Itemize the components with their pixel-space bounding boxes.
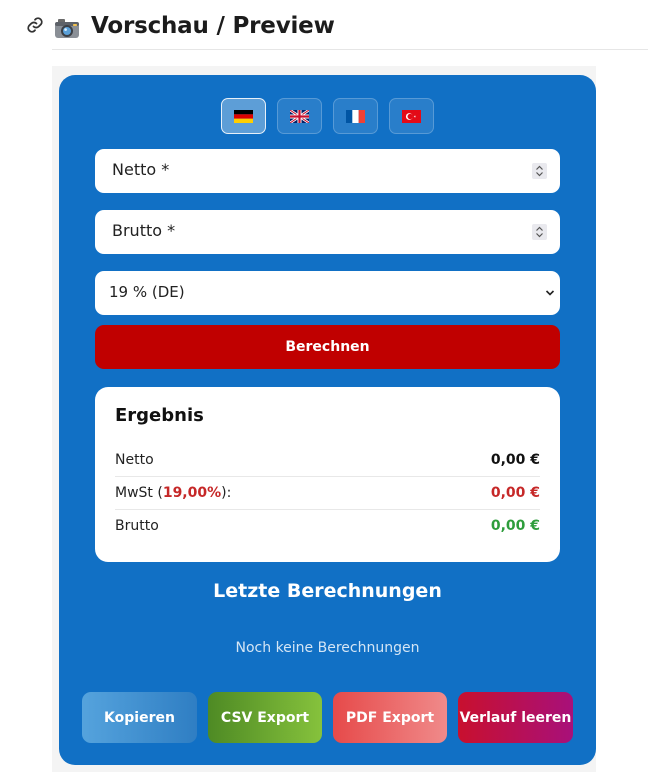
gross-value: 0,00 € bbox=[490, 518, 540, 534]
flag-tr-icon bbox=[402, 109, 421, 123]
net-value: 0,00 € bbox=[490, 452, 540, 468]
clear-history-button[interactable]: Verlauf leeren bbox=[458, 692, 573, 743]
vat-rate-value: 19,00% bbox=[162, 485, 222, 501]
pdf-export-button[interactable]: PDF Export bbox=[333, 692, 447, 743]
vat-label-suffix: ): bbox=[221, 485, 232, 501]
copy-button[interactable]: Kopieren bbox=[82, 692, 197, 743]
result-row-gross: Brutto 0,00 € bbox=[115, 510, 540, 543]
net-spinner-icon[interactable] bbox=[532, 163, 547, 179]
language-button-fr[interactable] bbox=[333, 98, 378, 134]
flag-gb-icon bbox=[290, 109, 309, 123]
language-button-tr[interactable] bbox=[389, 98, 434, 134]
gross-amount-input[interactable]: Brutto * bbox=[95, 210, 560, 254]
result-title: Ergebnis bbox=[115, 405, 204, 426]
section-header: Vorschau / Preview bbox=[0, 0, 648, 50]
net-amount-placeholder: Netto * bbox=[112, 160, 170, 179]
history-title: Letzte Berechnungen bbox=[213, 580, 442, 602]
calculate-button[interactable]: Berechnen bbox=[95, 325, 560, 369]
page-title: Vorschau / Preview bbox=[91, 13, 335, 39]
link-icon[interactable] bbox=[26, 16, 44, 34]
flag-de-icon bbox=[234, 109, 253, 123]
gross-amount-placeholder: Brutto * bbox=[112, 221, 176, 240]
language-button-en[interactable] bbox=[277, 98, 322, 134]
net-amount-input[interactable]: Netto * bbox=[95, 149, 560, 193]
csv-export-button[interactable]: CSV Export bbox=[208, 692, 322, 743]
result-row-net: Netto 0,00 € bbox=[115, 444, 540, 477]
vat-rate-select[interactable]: 19 % (DE) bbox=[95, 271, 560, 315]
header-divider bbox=[52, 49, 648, 50]
flag-fr-icon bbox=[346, 109, 365, 123]
result-row-vat: MwSt (19,00%): 0,00 € bbox=[115, 477, 540, 510]
camera-icon bbox=[55, 19, 79, 38]
result-card: Ergebnis Netto 0,00 € MwSt (19,00%): 0,0… bbox=[95, 387, 560, 562]
net-label: Netto bbox=[115, 452, 154, 468]
vat-value: 0,00 € bbox=[490, 485, 540, 501]
vat-label: MwSt (19,00%): bbox=[115, 485, 231, 501]
vat-label-prefix: MwSt ( bbox=[115, 485, 163, 501]
chevron-down-icon bbox=[545, 290, 555, 296]
language-button-de[interactable] bbox=[221, 98, 266, 134]
history-empty-text: Noch keine Berechnungen bbox=[235, 640, 420, 656]
vat-rate-selected: 19 % (DE) bbox=[109, 283, 185, 301]
gross-spinner-icon[interactable] bbox=[532, 224, 547, 240]
gross-label: Brutto bbox=[115, 518, 159, 534]
